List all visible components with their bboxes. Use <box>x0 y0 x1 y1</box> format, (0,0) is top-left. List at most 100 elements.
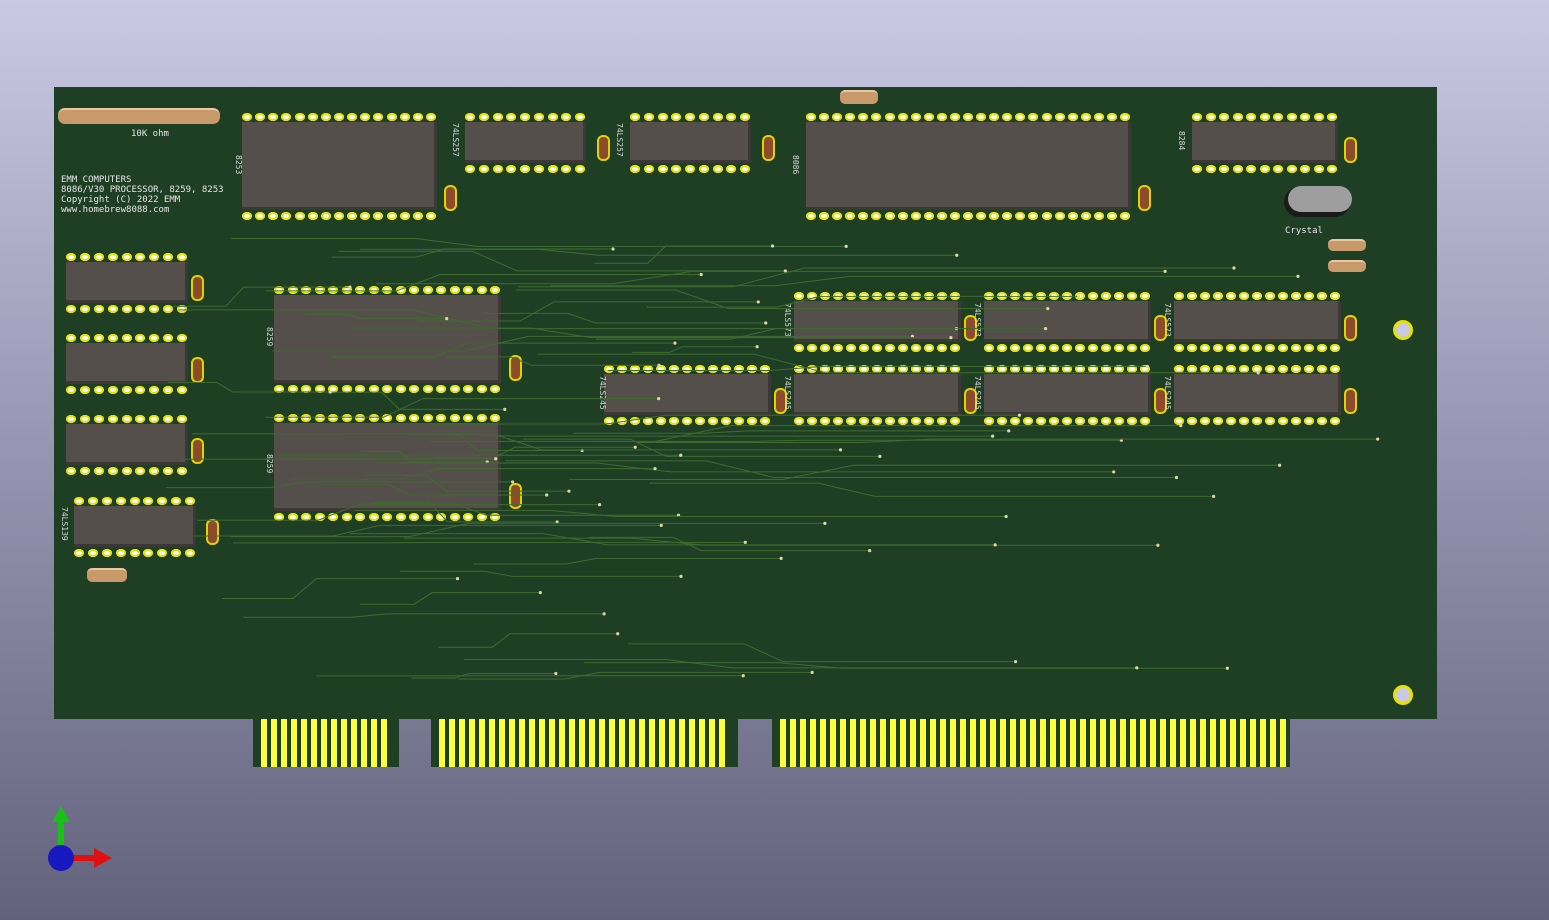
trace <box>222 578 458 600</box>
via <box>567 489 571 493</box>
edge-finger <box>499 719 505 767</box>
trace <box>329 391 505 410</box>
edge-connector-c[interactable] <box>772 719 1290 767</box>
via <box>1256 371 1260 375</box>
via <box>844 244 848 248</box>
edge-finger <box>1130 719 1136 767</box>
trace <box>607 365 1148 372</box>
via <box>1043 327 1048 331</box>
via <box>991 434 995 438</box>
trace <box>293 468 656 480</box>
edge-finger <box>549 719 555 767</box>
trace <box>627 643 1016 663</box>
edge-finger <box>880 719 886 767</box>
trace <box>588 536 870 552</box>
via <box>1179 424 1183 428</box>
trace <box>192 524 662 537</box>
trace <box>360 592 541 605</box>
trace <box>648 482 1214 497</box>
via <box>1211 494 1216 498</box>
edge-finger <box>659 719 665 767</box>
edge-finger <box>639 719 645 767</box>
edge-finger <box>930 719 936 767</box>
via <box>538 591 542 595</box>
via <box>1232 266 1236 270</box>
edge-finger <box>311 719 317 767</box>
trace <box>573 430 1009 434</box>
via <box>510 480 515 484</box>
via <box>1046 306 1050 311</box>
axis-gizmo[interactable] <box>40 800 120 880</box>
via <box>783 269 787 273</box>
trace <box>438 633 618 648</box>
via <box>554 671 558 676</box>
trace <box>594 245 773 264</box>
trace <box>400 570 681 577</box>
via <box>1112 470 1116 474</box>
y-axis-arrow <box>52 806 70 822</box>
via <box>455 576 460 581</box>
edge-finger <box>1120 719 1126 767</box>
via <box>1135 666 1139 670</box>
edge-connector-b[interactable] <box>431 719 738 767</box>
edge-finger <box>361 719 367 767</box>
edge-finger <box>261 719 267 767</box>
edge-finger <box>489 719 495 767</box>
via <box>838 448 843 452</box>
via <box>611 247 615 251</box>
edge-finger <box>351 719 357 767</box>
trace <box>417 301 759 322</box>
edge-finger <box>1060 719 1066 767</box>
trace <box>232 541 746 544</box>
via <box>1077 294 1081 298</box>
trace <box>446 356 660 366</box>
edge-finger <box>1150 719 1156 767</box>
edge-finger <box>960 719 966 767</box>
edge-finger <box>1170 719 1176 767</box>
edge-finger <box>1160 719 1166 767</box>
edge-finger <box>1040 719 1046 767</box>
trace <box>265 274 702 292</box>
edge-finger <box>800 719 806 767</box>
trace <box>505 460 1177 478</box>
trace <box>590 439 1122 442</box>
edge-finger <box>321 719 327 767</box>
edge-finger <box>1110 719 1116 767</box>
edge-finger <box>830 719 836 767</box>
trace <box>364 474 569 492</box>
trace <box>331 248 614 258</box>
via <box>1156 543 1160 547</box>
edge-finger <box>970 719 976 767</box>
edge-finger <box>1250 719 1256 767</box>
via <box>545 493 549 497</box>
edge-finger <box>539 719 545 767</box>
edge-finger <box>890 719 896 767</box>
edge-finger <box>271 719 277 767</box>
via <box>779 556 783 560</box>
edge-finger <box>1020 719 1026 767</box>
via <box>679 574 683 578</box>
via <box>823 521 827 526</box>
edge-connector-a[interactable] <box>253 719 399 767</box>
edge-finger <box>509 719 515 767</box>
trace <box>376 270 1166 285</box>
via <box>328 390 332 394</box>
via <box>993 543 997 547</box>
via <box>616 632 620 636</box>
3d-viewport[interactable]: EMM COMPUTERS 8086/V30 PROCESSOR, 8259, … <box>0 0 1549 920</box>
edge-finger <box>479 719 485 767</box>
trace <box>374 501 558 523</box>
via <box>699 272 703 277</box>
edge-finger <box>519 719 525 767</box>
copper-traces <box>166 237 1380 680</box>
edge-finger <box>1270 719 1276 767</box>
trace <box>359 503 679 516</box>
edge-finger <box>1010 719 1016 767</box>
edge-finger <box>609 719 615 767</box>
edge-finger <box>559 719 565 767</box>
trace <box>166 481 513 489</box>
edge-finger <box>629 719 635 767</box>
edge-finger <box>940 719 946 767</box>
edge-finger <box>459 719 465 767</box>
via <box>348 285 352 289</box>
